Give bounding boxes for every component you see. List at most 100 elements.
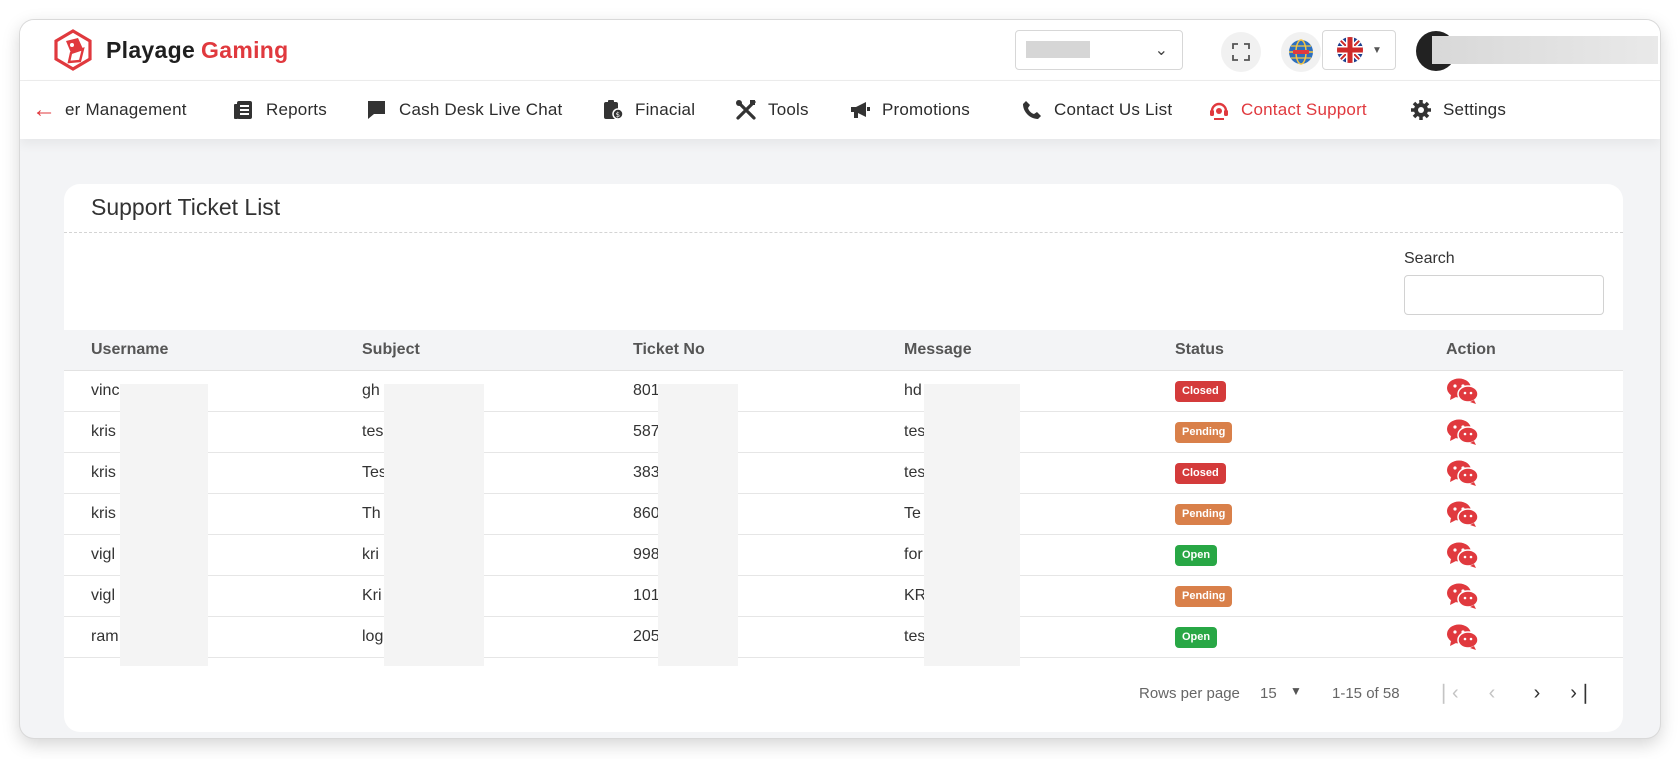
cell-message: tes [904,423,926,440]
caret-down-icon[interactable]: ▼ [1290,684,1302,698]
cell-subject: log [362,628,384,645]
cell-ticket: 205 [633,628,660,645]
redacted-username [1432,36,1658,64]
cell-subject: kri [362,546,379,563]
first-page-icon[interactable]: ❘‹ [1432,678,1462,708]
pagination-range: 1-15 of 58 [1332,685,1400,702]
column-header-subject[interactable]: Subject [362,341,420,359]
nav-item-tools[interactable]: Tools [735,81,809,139]
main-nav: ← er Management Reports Cash Desk Live C… [20,81,1660,139]
globe-button[interactable] [1281,32,1321,72]
wechat-icon[interactable] [1446,623,1480,656]
language-dropdown[interactable]: ▼ [1322,30,1396,70]
wechat-icon[interactable] [1446,459,1480,492]
megaphone-icon [849,99,871,121]
finance-icon: $ [602,99,624,121]
table-row: kris Th 860 Te Pending [64,494,1623,535]
divider [64,232,1623,233]
table-row: vigl kri 998 for Open [64,535,1623,576]
table-row: vigl Kri 101 KR Pending [64,576,1623,617]
logo[interactable]: Playage Gaming [52,29,288,71]
phone-icon [1021,99,1043,121]
nav-label: Cash Desk Live Chat [399,100,563,119]
redaction-overlay [658,384,738,666]
status-badge: Pending [1175,422,1233,443]
wechat-icon[interactable] [1446,418,1480,451]
column-header-action: Action [1446,341,1496,358]
table-body: vinc gh 801 hd Closed kris tes 587 tes Pending kri… [64,371,1623,660]
cell-ticket: 101 [633,587,660,604]
column-header-username[interactable]: Username [91,341,168,359]
nav-item-reports[interactable]: Reports [233,81,327,139]
chevron-down-icon: ⌄ [1154,42,1168,59]
cell-subject: Kri [362,587,382,604]
wechat-icon[interactable] [1446,377,1480,410]
support-ticket-card: Support Ticket List Search Username Subj… [64,184,1623,732]
tools-icon [735,99,757,121]
cell-username: vigl [91,587,116,604]
nav-label: Finacial [635,100,696,119]
cell-message: KR [904,587,927,604]
cell-ticket: 383 [633,464,660,481]
nav-item-contact-support[interactable]: Contact Support [1208,81,1367,139]
rows-per-page-label: Rows per page [1139,685,1240,702]
wechat-icon[interactable] [1446,541,1480,574]
status-badge: Open [1175,545,1218,566]
table-row: kris Tes 383 tes Closed [64,453,1623,494]
nav-item-management[interactable]: er Management [65,81,187,139]
nav-label: Settings [1443,100,1507,119]
cell-message: for [904,546,923,563]
table-row: vinc gh 801 hd Closed [64,371,1623,412]
rows-per-page-select[interactable]: 15 [1260,685,1277,702]
arrow-left-icon[interactable]: ← [32,98,56,122]
table-header: Username Subject Ticket No Message Statu… [64,330,1623,371]
caret-down-icon: ▼ [1372,44,1382,56]
brand-name: Playage Gaming [106,37,288,64]
nav-label: er Management [65,100,187,119]
search-label: Search [1404,250,1455,267]
column-header-message[interactable]: Message [904,341,972,359]
nav-item-finacial[interactable]: $ Finacial [602,81,695,139]
site-select[interactable]: ⌄ [1015,30,1183,70]
column-header-ticket-no[interactable]: Ticket No [633,341,705,359]
app-window: Playage Gaming ⌄ ▼ ← er Management Repor… [20,20,1660,738]
cell-subject: tes [362,423,384,440]
cell-subject: gh [362,382,380,399]
redaction-overlay [120,384,208,666]
search-input[interactable] [1404,275,1604,315]
last-page-icon[interactable]: ›❘ [1567,678,1597,708]
cell-username: kris [91,464,116,481]
cell-ticket: 998 [633,546,660,563]
nav-item-cash-desk-live-chat[interactable]: Cash Desk Live Chat [366,81,562,139]
status-badge: Closed [1175,381,1226,402]
nav-item-contact-us-list[interactable]: Contact Us List [1021,81,1172,139]
gear-icon [1410,99,1432,121]
wechat-icon[interactable] [1446,582,1480,615]
redacted-selected-value [1026,41,1090,58]
brand-part1: Playage [106,36,196,63]
fullscreen-button[interactable] [1221,32,1261,72]
status-badge: Pending [1175,586,1233,607]
cell-username: vinc [91,382,120,399]
prev-page-icon[interactable]: ‹ [1477,678,1507,708]
globe-icon [1289,39,1313,65]
cell-username: vigl [91,546,116,563]
cell-username: ram [91,628,119,645]
support-icon [1208,99,1230,121]
status-badge: Closed [1175,463,1226,484]
cell-message: tes [904,464,926,481]
next-page-icon[interactable]: › [1522,678,1552,708]
redaction-overlay [384,384,484,666]
cell-ticket: 587 [633,423,660,440]
nav-label: Contact Support [1241,100,1367,119]
nav-item-settings[interactable]: Settings [1410,81,1506,139]
cell-ticket: 860 [633,505,660,522]
column-header-status[interactable]: Status [1175,341,1224,359]
top-header: Playage Gaming ⌄ ▼ [20,20,1660,81]
chat-icon [366,99,388,121]
cell-username: kris [91,423,116,440]
nav-item-promotions[interactable]: Promotions [849,81,970,139]
svg-text:$: $ [616,111,621,119]
wechat-icon[interactable] [1446,500,1480,533]
status-badge: Open [1175,627,1218,648]
